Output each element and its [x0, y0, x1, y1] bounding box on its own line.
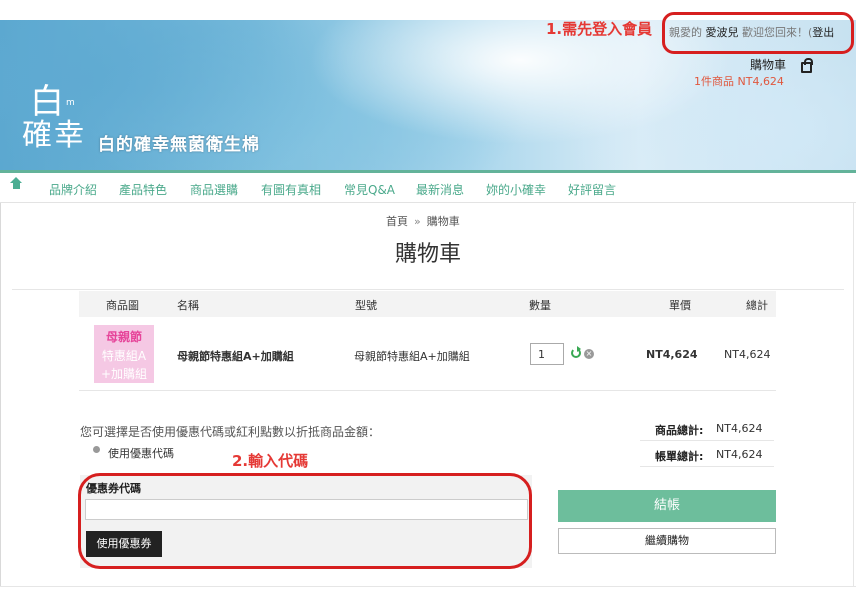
mini-cart-title[interactable]: 購物車 — [750, 56, 786, 73]
nav-item-reviews[interactable]: 好評留言 — [568, 181, 616, 198]
home-icon[interactable] — [10, 177, 22, 191]
shopping-bag-icon[interactable] — [801, 58, 813, 73]
coupon-description: 您可選擇是否使用優惠代碼或紅利點數以折抵商品金額： — [80, 425, 381, 439]
unit-price: NT4,624 — [646, 348, 698, 361]
logo-m: m — [66, 98, 75, 108]
annotation-ring-login — [662, 12, 854, 54]
breadcrumb-current: 購物車 — [426, 215, 460, 228]
page-title: 購物車 — [394, 242, 461, 267]
column-header-model: 型號 — [355, 299, 377, 312]
totals-divider-2 — [640, 466, 774, 467]
order-total-label: 帳單總計: — [655, 450, 704, 463]
nav-item-shop[interactable]: 商品選購 — [190, 181, 238, 198]
product-model: 母親節特惠組A+加購組 — [354, 350, 470, 363]
annotation-step2: 2.輸入代碼 — [232, 452, 309, 470]
logo-tagline: 白的確幸無菌衛生棉 — [98, 135, 260, 155]
coupon-radio-button[interactable] — [93, 446, 100, 453]
title-divider — [12, 289, 844, 290]
cart-table-header: 商品圖 名稱 型號 數量 單價 總計 — [79, 291, 776, 317]
product-image[interactable]: 母親節 特惠組A +加購組 — [94, 325, 154, 383]
annotation-ring-coupon — [78, 473, 532, 569]
product-name-link[interactable]: 母親節特惠組A+加購組 — [177, 348, 294, 364]
remove-icon[interactable]: × — [584, 349, 594, 359]
continue-shopping-button[interactable]: 繼續購物 — [558, 528, 776, 554]
product-image-line1: 母親節 — [105, 330, 142, 344]
annotation-step1: 1.需先登入會員 — [546, 20, 653, 38]
totals-divider — [640, 440, 774, 441]
logo-characters-quexing: 確幸 — [22, 118, 86, 153]
nav-item-brand[interactable]: 品牌介紹 — [49, 181, 97, 198]
content-bottom-border — [0, 586, 856, 587]
breadcrumb-separator: » — [414, 215, 421, 228]
nav-item-photos[interactable]: 有圖有真相 — [261, 181, 321, 198]
nav-item-news[interactable]: 最新消息 — [416, 181, 464, 198]
column-header-qty: 數量 — [529, 299, 551, 312]
table-row-divider — [79, 390, 776, 391]
nav-item-faq[interactable]: 常見Q&A — [344, 181, 395, 198]
checkout-button[interactable]: 結帳 — [558, 490, 776, 522]
refresh-icon[interactable] — [571, 346, 581, 358]
nav-item-features[interactable]: 產品特色 — [119, 181, 167, 198]
mini-cart-summary[interactable]: 1件商品 NT4,624 — [694, 73, 784, 89]
column-header-unit-price: 單價 — [669, 299, 691, 312]
column-header-image: 商品圖 — [106, 299, 139, 312]
breadcrumb: 首頁 » 購物車 — [386, 213, 460, 229]
main-nav: 品牌介紹 產品特色 商品選購 有圖有真相 常見Q&A 最新消息 妳的小確幸 好評… — [0, 173, 856, 203]
quantity-input[interactable] — [530, 343, 564, 365]
product-image-line2: 特惠組A — [101, 349, 147, 363]
product-image-line3: +加購組 — [100, 367, 148, 381]
subtotal-label: 商品總計: — [655, 424, 704, 437]
order-total-value: NT4,624 — [716, 448, 763, 461]
row-total: NT4,624 — [724, 348, 771, 361]
subtotal-value: NT4,624 — [716, 422, 763, 435]
coupon-radio-label[interactable]: 使用優惠代碼 — [108, 445, 174, 461]
nav-item-your-happiness[interactable]: 妳的小確幸 — [486, 181, 546, 198]
breadcrumb-home[interactable]: 首頁 — [386, 215, 408, 228]
column-header-name: 名稱 — [177, 299, 199, 312]
column-header-total: 總計 — [746, 299, 768, 312]
